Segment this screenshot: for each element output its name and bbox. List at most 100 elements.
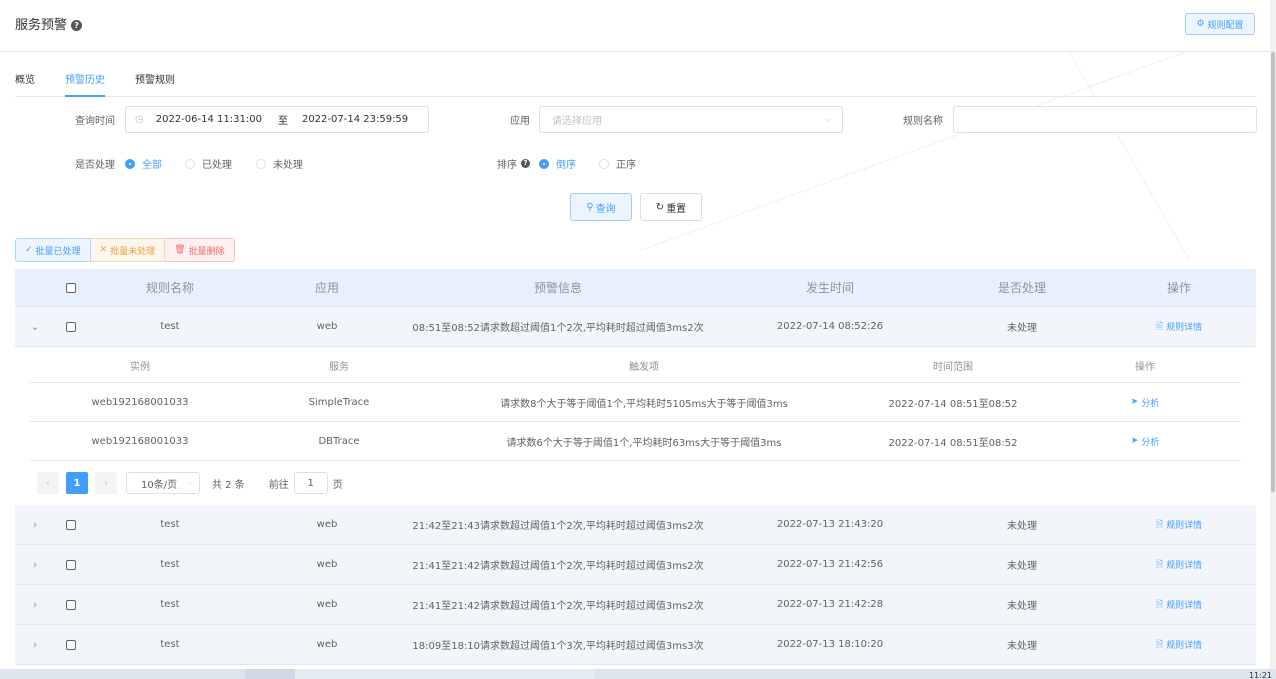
rule-detail-link[interactable]: 🗎 规则详情 [1129,625,1229,664]
chevron-right-icon: › [32,558,38,571]
row-alert-info: 18:09至18:10请求数超过阈值1个3次,平均耗时超过阈值3ms3次 [412,641,704,652]
clock-icon: ◷ [135,114,144,125]
row-time: 2022-07-14 08:52:26 [776,321,884,332]
radio-sort-asc[interactable]: 正序 [599,156,636,171]
tab-overview[interactable]: 概览 [15,73,35,97]
expand-toggle[interactable]: ⌄ [25,307,45,346]
taskbar-app-button[interactable] [245,669,295,679]
taskbar-app-button[interactable] [295,669,595,679]
row-status: 未处理 [1007,601,1037,612]
row-time: 2022-07-13 21:42:56 [776,559,884,570]
service: SimpleTrace [308,396,370,408]
trash-icon: 🗑 [174,245,186,255]
rule-config-button[interactable]: ⚙ 规则配置 [1185,13,1255,35]
document-icon: 🗎 [1155,639,1164,650]
batch-undone-button[interactable]: ✕ 批量未处理 [90,238,166,262]
query-time-label: 查询时间 [75,116,115,127]
goto-page-input[interactable]: 1 [293,472,328,494]
table-row[interactable]: › test web 21:41至21:42请求数超过阈值1个2次,平均耗时超过… [15,585,1256,625]
query-button[interactable]: ⚲ 查询 [570,193,632,221]
chevron-right-icon: › [104,477,108,489]
date-range-picker[interactable]: ◷ 2022-06-14 11:31:00 至 2022-07-14 23:59… [125,106,429,133]
page-size-select[interactable]: 10条/页 ⌵ [126,472,200,494]
radio-handled-undone[interactable]: 未处理 [256,156,303,171]
radio-sort-desc[interactable]: 倒序 [539,156,576,171]
row-checkbox[interactable] [61,625,81,664]
prev-page-button[interactable]: ‹ [37,472,59,494]
row-time: 2022-07-13 21:43:20 [776,519,884,530]
row-checkbox[interactable] [61,505,81,544]
help-icon[interactable]: ? [521,159,530,168]
scrollbar-thumb[interactable] [1271,52,1275,492]
next-page-button[interactable]: › [95,472,117,494]
row-rule-name: test [160,559,180,570]
sub-table-header: 实例 服务 触发项 时间范围 操作 [30,348,1241,383]
analyze-link[interactable]: ➤ 分析 [1110,422,1180,460]
table-header: 规则名称 应用 预警信息 发生时间 是否处理 操作 [15,269,1256,307]
row-checkbox[interactable] [61,545,81,584]
sub-table-row: web192168001033 SimpleTrace 请求数8个大于等于阈值1… [30,383,1241,422]
expand-toggle[interactable]: › [25,585,45,624]
refresh-icon: ↻ [655,201,665,213]
col-alert-info: 预警信息 [533,281,582,295]
col-rule-name: 规则名称 [145,281,194,295]
app-label: 应用 [510,116,530,127]
analyze-link[interactable]: ➤ 分析 [1110,383,1180,421]
alert-table: 规则名称 应用 预警信息 发生时间 是否处理 操作 ⌄ test web 08:… [15,269,1256,347]
expand-toggle[interactable]: › [25,505,45,544]
col-app: 应用 [314,281,339,295]
rule-detail-link[interactable]: 🗎 规则详情 [1129,505,1229,544]
trigger: 请求数6个大于等于阈值1个,平均耗时63ms大于等于阈值3ms [506,437,782,449]
expand-toggle[interactable]: › [25,545,45,584]
rule-detail-link[interactable]: 🗎 规则详情 [1129,545,1229,584]
col-instance: 实例 [130,361,150,373]
rule-name-input[interactable] [953,106,1257,133]
end-time: 2022-07-14 23:59:59 [301,114,409,125]
instance: web192168001033 [91,396,189,408]
document-icon: 🗎 [1155,599,1164,610]
close-icon: ✕ [99,245,108,255]
time-range: 2022-07-14 08:51至08:52 [888,398,1018,410]
batch-actions: ✓ 批量已处理 ✕ 批量未处理 🗑 批量删除 [15,238,235,262]
batch-done-button[interactable]: ✓ 批量已处理 [15,238,91,262]
table-row[interactable]: › test web 21:41至21:42请求数超过阈值1个2次,平均耗时超过… [15,545,1256,585]
document-icon: 🗎 [1155,519,1164,530]
app-select[interactable]: 请选择应用 ⌵ [539,106,843,133]
reset-button[interactable]: ↻ 重置 [640,193,702,221]
col-range: 时间范围 [933,361,973,373]
alert-table-continued: › test web 21:42至21:43请求数超过阈值1个2次,平均耗时超过… [15,505,1256,665]
row-time: 2022-07-13 18:10:20 [776,639,884,650]
trigger: 请求数8个大于等于阈值1个,平均耗时5105ms大于等于阈值3ms [500,398,788,410]
select-all-checkbox[interactable] [61,269,81,306]
send-icon: ➤ [1130,436,1139,446]
radio-handled-done[interactable]: 已处理 [185,156,232,171]
page-header: 服务预警? ⚙ 规则配置 [0,0,1270,52]
send-icon: ➤ [1130,397,1139,407]
chevron-right-icon: › [32,518,38,531]
help-icon[interactable]: ? [71,20,83,31]
total-count: 共 2 条 [212,479,245,491]
table-row[interactable]: › test web 21:42至21:43请求数超过阈值1个2次,平均耗时超过… [15,505,1256,545]
rule-detail-link[interactable]: 🗎 规则详情 [1129,585,1229,624]
chevron-down-icon: ⌄ [30,320,40,333]
table-row[interactable]: › test web 18:09至18:10请求数超过阈值1个3次,平均耗时超过… [15,625,1256,665]
row-alert-info: 21:42至21:43请求数超过阈值1个2次,平均耗时超过阈值3ms2次 [412,521,704,532]
col-service: 服务 [329,361,349,373]
sub-table-row: web192168001033 DBTrace 请求数6个大于等于阈值1个,平均… [30,422,1241,461]
radio-handled-all[interactable]: 全部 [125,156,162,171]
row-checkbox[interactable] [61,307,81,346]
col-handled: 是否处理 [997,281,1046,295]
batch-delete-button[interactable]: 🗑 批量删除 [165,238,235,262]
page-number[interactable]: 1 [66,472,88,494]
table-row[interactable]: ⌄ test web 08:51至08:52请求数超过阈值1个2次,平均耗时超过… [15,307,1256,347]
tab-alert-history[interactable]: 预警历史 [65,73,105,97]
row-status: 未处理 [1007,521,1037,532]
row-alert-info: 21:41至21:42请求数超过阈值1个2次,平均耗时超过阈值3ms2次 [412,561,704,572]
tab-bar: 概览 预警历史 预警规则 [15,73,1257,97]
row-checkbox[interactable] [61,585,81,624]
rule-detail-link[interactable]: 🗎 规则详情 [1129,307,1229,346]
tab-alert-rules[interactable]: 预警规则 [135,73,175,97]
search-icon: ⚲ [586,201,594,213]
expand-toggle[interactable]: › [25,625,45,664]
start-time: 2022-06-14 11:31:00 [155,114,262,125]
